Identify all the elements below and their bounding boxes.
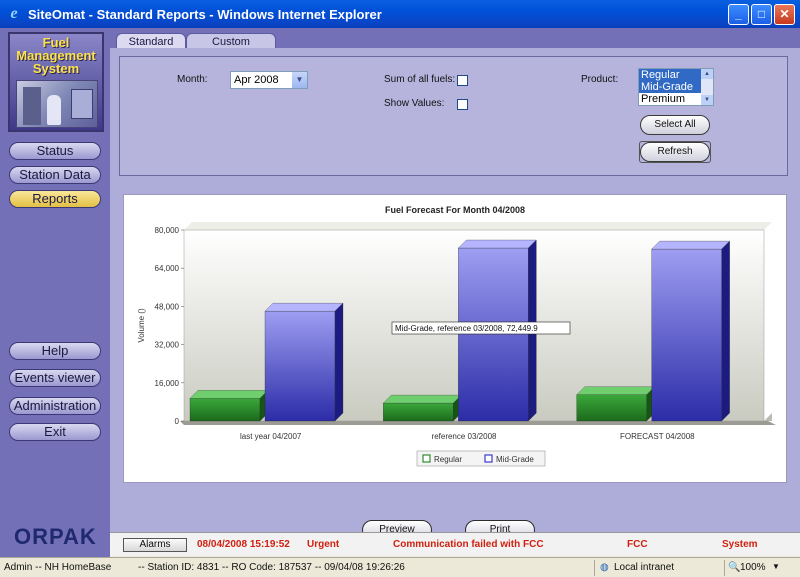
chevron-up-icon[interactable]: ▲	[701, 69, 713, 79]
product-listbox[interactable]: Regular Mid-Grade Premium ▲ ▼	[638, 68, 714, 106]
nav-help-button[interactable]: Help	[9, 342, 101, 360]
chevron-down-icon[interactable]: ▼	[292, 72, 307, 88]
legend-swatch-mid-grade	[484, 454, 493, 463]
main-area: Standard Custom Month: Apr 2008 ▼ Sum of…	[110, 28, 800, 540]
forecast-chart: Fuel Forecast For Month 04/2008 0 16,000 3…	[137, 205, 776, 467]
alarm-timestamp: 08/04/2008 15:19:52	[197, 539, 290, 550]
chart-title: Fuel Forecast For Month 04/2008	[385, 205, 525, 215]
x-tick-label: FORECAST 04/2008	[620, 432, 695, 441]
globe-icon: ◍	[600, 562, 609, 573]
bar-mid-grade-0-side	[334, 302, 344, 422]
status-zoom[interactable]: 100%	[740, 562, 766, 573]
alarm-bar: Alarms 08/04/2008 15:19:52 Urgent Commun…	[110, 532, 800, 556]
product-option-regular[interactable]: Regular	[639, 69, 701, 81]
chevron-down-icon[interactable]: ▼	[772, 562, 780, 571]
bar-regular-1-top	[382, 394, 462, 404]
chart-tooltip-text: Mid-Grade, reference 03/2008, 72,449.9	[395, 324, 538, 333]
chart-container: Fuel Forecast For Month 04/2008 0 16,000 3…	[123, 194, 787, 483]
sidebar: Fuel Management System Status Station Da…	[0, 28, 110, 558]
nav-events-viewer-button[interactable]: Events viewer	[9, 369, 101, 387]
bar-mid-grade-2-top	[651, 240, 731, 250]
x-tick-label: reference 03/2008	[432, 432, 497, 441]
bar-mid-grade-2-side	[721, 240, 730, 422]
bar-regular-0	[189, 398, 261, 422]
y-tick-label: 16,000	[155, 379, 180, 388]
bar-mid-grade-0-top	[264, 303, 344, 312]
chevron-down-icon[interactable]: ▼	[701, 95, 713, 105]
zoom-icon[interactable]: 🔍	[728, 562, 740, 573]
y-axis-label: Volume ()	[137, 308, 146, 343]
status-bar: Admin -- NH HomeBase -- Station ID: 4831…	[0, 557, 800, 577]
alarm-message: Communication failed with FCC	[393, 539, 544, 550]
alarm-severity: Urgent	[307, 539, 340, 550]
alarm-category: System	[722, 539, 758, 550]
plot-floor	[180, 421, 776, 425]
bar-regular-2-top	[576, 386, 656, 395]
logo-illustration	[16, 80, 98, 128]
select-all-button[interactable]: Select All	[640, 115, 710, 135]
product-option-mid-grade[interactable]: Mid-Grade	[639, 81, 701, 93]
title-bar: e SiteOmat - Standard Reports - Windows …	[0, 0, 800, 28]
logo-title: Fuel Management System	[16, 35, 96, 76]
month-value: Apr 2008	[234, 74, 279, 86]
bar-mid-grade-1-top	[457, 239, 537, 249]
bar-regular-1	[383, 402, 454, 422]
y-tick-label: 80,000	[155, 226, 180, 235]
nav-administration-button[interactable]: Administration	[9, 397, 101, 415]
filter-box: Month: Apr 2008 ▼ Sum of all fuels: Show…	[119, 56, 788, 176]
product-label: Product:	[581, 74, 619, 85]
report-panel: Month: Apr 2008 ▼ Sum of all fuels: Show…	[110, 48, 800, 540]
status-user: Admin -- NH HomeBase	[4, 562, 112, 573]
legend-label-regular: Regular	[434, 455, 462, 464]
nav-station-data-button[interactable]: Station Data	[9, 166, 101, 184]
y-tick-label: 64,000	[155, 264, 180, 273]
y-tick-label: 48,000	[155, 302, 180, 311]
nav-reports-button[interactable]: Reports	[9, 190, 101, 208]
sum-all-fuels-checkbox[interactable]	[457, 75, 468, 86]
month-select[interactable]: Apr 2008 ▼	[230, 71, 308, 89]
status-station-info: -- Station ID: 4831 -- RO Code: 187537 -…	[138, 562, 405, 573]
nav-status-button[interactable]: Status	[9, 142, 101, 160]
product-option-premium[interactable]: Premium	[639, 93, 701, 105]
close-button[interactable]: ✕	[774, 3, 795, 25]
month-label: Month:	[177, 74, 208, 85]
refresh-button[interactable]: Refresh	[640, 142, 710, 162]
status-zone: Local intranet	[614, 562, 675, 573]
bar-mid-grade-2	[651, 248, 722, 422]
minimize-button[interactable]: _	[728, 3, 749, 25]
bar-mid-grade-0	[264, 311, 336, 422]
bar-regular-2	[576, 394, 647, 422]
ie-icon: e	[10, 5, 18, 22]
legend-label-mid-grade: Mid-Grade	[496, 455, 534, 464]
show-values-checkbox[interactable]	[457, 99, 468, 110]
app-logo: Fuel Management System	[8, 32, 104, 132]
orpak-logo: ORPAK	[14, 524, 97, 549]
legend-swatch-regular	[422, 454, 431, 463]
bar-mid-grade-1	[458, 247, 529, 422]
nav-exit-button[interactable]: Exit	[9, 423, 101, 441]
x-tick-label: last year 04/2007	[240, 432, 302, 441]
y-tick-label: 0	[175, 417, 180, 426]
maximize-button[interactable]: □	[751, 3, 772, 25]
bar-regular-0-top	[189, 390, 269, 399]
sum-all-fuels-label: Sum of all fuels:	[384, 74, 456, 85]
window-title: SiteOmat - Standard Reports - Windows In…	[28, 6, 382, 22]
y-tick-label: 32,000	[155, 341, 180, 350]
listbox-scrollbar[interactable]: ▲ ▼	[701, 69, 713, 105]
alarms-button[interactable]: Alarms	[123, 538, 187, 552]
alarm-source: FCC	[627, 539, 648, 550]
show-values-label: Show Values:	[384, 98, 445, 109]
